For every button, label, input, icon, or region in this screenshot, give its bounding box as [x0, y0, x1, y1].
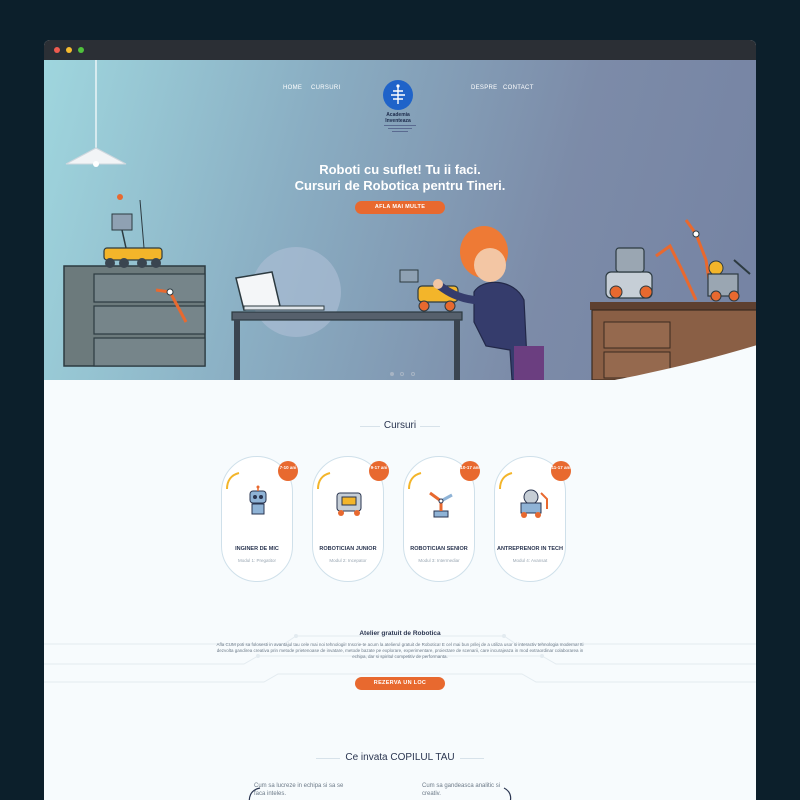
minimize-window-dot[interactable] — [66, 47, 72, 53]
course-card[interactable]: 10-17 ani ROBOTICIAN SENIOR Modul 3: Inter… — [403, 456, 480, 582]
maximize-window-dot[interactable] — [78, 47, 84, 53]
course-module: Modul 3: Intermediar — [418, 558, 460, 563]
atelier-description: Afla CUM poti sa folosesti in avantajul … — [216, 642, 584, 659]
age-badge: 11-17 ani — [551, 461, 571, 481]
course-card[interactable]: 9-17 ani ROBOTICIAN JUNIOR Modul 2: Incepa… — [312, 456, 389, 582]
course-name: ROBOTICIAN SENIOR — [410, 546, 468, 552]
robot-arm-icon — [429, 491, 453, 518]
robot-cart-icon — [336, 492, 362, 516]
learn-item-2-bracket — [503, 787, 512, 800]
web-page: HOME CURSURI DESPRE CONTACT Academia Inv… — [44, 60, 756, 800]
learn-item-1: Cum sa lucreze in echipa si sa se faca i… — [254, 783, 344, 797]
close-window-dot[interactable] — [54, 47, 60, 53]
course-name: ANTREPRENOR IN TECH — [496, 546, 563, 552]
age-badge: 10-17 ani — [460, 461, 480, 481]
course-name: ROBOTICIAN JUNIOR — [319, 546, 377, 552]
learn-item-2: Cum sa gandeasca analitic si creativ. — [422, 783, 501, 797]
course-name: INGINER DE MIC — [235, 546, 279, 552]
robot-lab-icon — [520, 489, 548, 518]
courses-section-title: Cursuri — [383, 420, 417, 431]
courses-title-line-right — [420, 426, 440, 427]
age-badge: 7-10 ani — [278, 461, 298, 481]
learn-section-title: Ce invata COPILUL TAU — [345, 752, 455, 763]
atelier-title: Atelier gratuit de Robotica — [359, 630, 441, 637]
learn-title-line-right — [460, 758, 484, 759]
robot-icon — [249, 485, 267, 515]
hero-banner: HOME CURSURI DESPRE CONTACT Academia Inv… — [44, 60, 756, 380]
course-module: Modul 1: Pregatitor — [237, 558, 277, 563]
browser-chrome — [44, 40, 756, 60]
hero-slider-dots — [390, 363, 415, 380]
reserve-spot-button[interactable]: REZERVA UN LOC — [355, 677, 445, 690]
slide-dot-2[interactable] — [400, 372, 405, 376]
slide-dot-1[interactable] — [390, 372, 394, 376]
age-badge: 9-17 ani — [369, 461, 389, 481]
course-card[interactable]: 11-17 ani ANTREPRENOR IN TECH Modul 4: Ava… — [494, 456, 571, 582]
course-module: Modul 2: Incepator — [329, 558, 367, 563]
course-card[interactable]: 7-10 ani INGINER DE MIC Modul 1: Pregatito… — [221, 456, 298, 582]
course-module: Modul 4: Avansat — [512, 558, 548, 563]
browser-window: HOME CURSURI DESPRE CONTACT Academia Inv… — [44, 40, 756, 800]
slide-dot-3[interactable] — [410, 372, 415, 376]
